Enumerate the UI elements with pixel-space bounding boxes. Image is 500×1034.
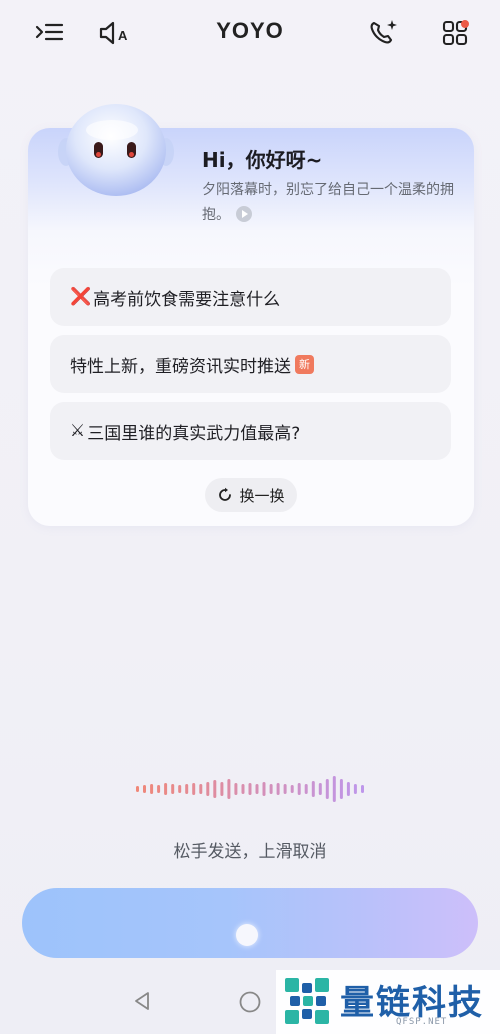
- phone-sparkle-icon[interactable]: [366, 16, 400, 50]
- wave-bar: [227, 779, 231, 799]
- wave-bar: [318, 783, 322, 795]
- wave-bar: [136, 786, 139, 792]
- wave-bar: [157, 785, 161, 793]
- cross-mark-icon: ❌: [70, 287, 92, 307]
- greeting-subtitle: 夕阳落幕时，别忘了给自己一个温柔的拥抱。: [202, 178, 464, 228]
- suggestion-text: 特性上新，重磅资讯实时推送: [70, 356, 291, 377]
- wave-bar: [213, 780, 217, 798]
- sound-wave: [136, 776, 364, 802]
- nav-home-icon[interactable]: [238, 990, 262, 1018]
- suggestion-item-2[interactable]: 特性上新，重磅资讯实时推送 新: [50, 335, 451, 393]
- wave-bar: [290, 785, 294, 793]
- wave-bar: [248, 783, 252, 795]
- new-badge: 新: [295, 354, 314, 374]
- wave-bar: [297, 783, 301, 795]
- wave-bar: [339, 779, 343, 799]
- wave-bar: [185, 784, 189, 794]
- refresh-icon: [219, 487, 232, 501]
- greeting-title: Hi，你好呀~: [202, 148, 323, 172]
- play-circle-icon[interactable]: [236, 206, 252, 222]
- wave-bar: [234, 783, 238, 795]
- apps-grid-icon[interactable]: [438, 16, 472, 50]
- wave-bar: [276, 783, 280, 795]
- robot-avatar-icon: [52, 100, 180, 200]
- wave-bar: [192, 783, 196, 795]
- refresh-label: 换一换: [239, 486, 285, 505]
- release-hint: 松手发送，上滑取消: [173, 842, 327, 862]
- wave-bar: [311, 781, 315, 797]
- wave-bar: [325, 779, 329, 799]
- top-bar: A YOYO: [0, 0, 500, 66]
- wave-bar: [206, 782, 210, 796]
- wave-bar: [353, 784, 357, 794]
- wave-bar: [178, 785, 182, 793]
- nav-back-icon[interactable]: [132, 990, 154, 1016]
- refresh-button[interactable]: 换一换: [205, 478, 297, 512]
- suggestion-item-1[interactable]: ❌ 高考前饮食需要注意什么: [50, 268, 451, 326]
- suggestion-text: 三国里谁的真实武力值最高?: [87, 423, 301, 444]
- wave-bar: [241, 784, 245, 794]
- wave-bar: [164, 783, 168, 795]
- wave-bar: [150, 784, 154, 794]
- wave-bar: [255, 784, 259, 794]
- wave-bar: [332, 776, 336, 802]
- wave-bar: [220, 782, 224, 796]
- wave-bar: [283, 784, 287, 794]
- voice-input-bar[interactable]: [22, 888, 478, 958]
- suggestion-text: 高考前饮食需要注意什么: [93, 289, 281, 310]
- wave-bar: [346, 782, 350, 796]
- wave-bar: [143, 785, 146, 793]
- wave-bar: [262, 782, 266, 796]
- notification-dot: [461, 20, 469, 28]
- app-title: YOYO: [216, 18, 284, 43]
- wave-bar: [171, 784, 175, 794]
- wave-bar: [269, 784, 273, 794]
- suggestion-item-3[interactable]: ⚔ 三国里谁的真实武力值最高?: [50, 402, 451, 460]
- wave-bar: [361, 785, 364, 793]
- voice-indicator-dot: [236, 924, 258, 946]
- watermark-logo-icon: [282, 975, 334, 1027]
- watermark-subtext: QFSP.NET: [396, 1017, 448, 1027]
- wave-bar: [199, 784, 203, 794]
- crossed-swords-icon: ⚔: [70, 421, 86, 441]
- wave-bar: [304, 784, 308, 794]
